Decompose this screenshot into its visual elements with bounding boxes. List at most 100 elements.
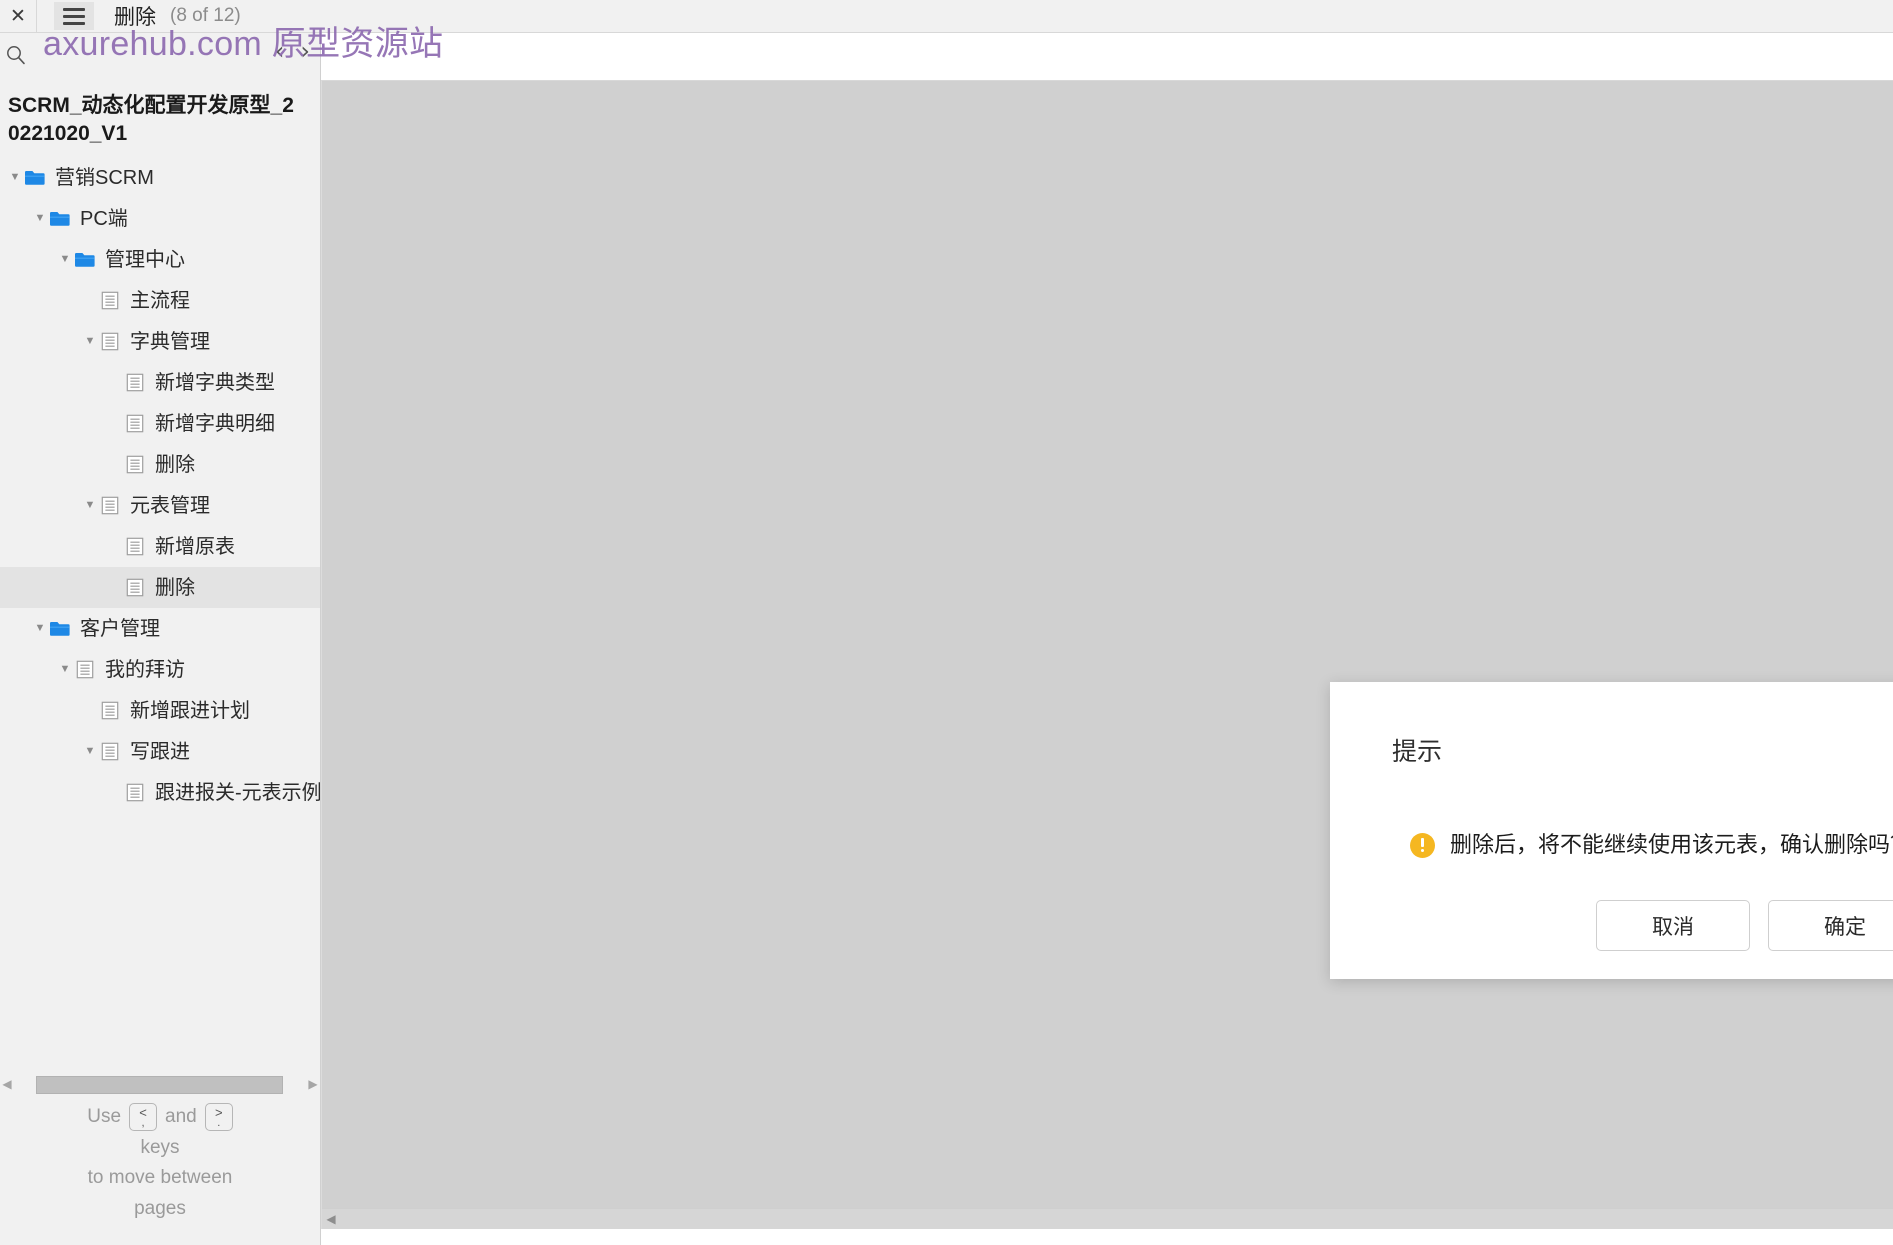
tree-item-label: 新增字典类型 [155, 371, 275, 394]
tree-item[interactable]: ▼ 管理中心 [0, 239, 320, 280]
tree-item[interactable]: ▼ 写跟进 [0, 731, 320, 772]
scroll-left-arrow-icon[interactable]: ◀ [0, 1077, 14, 1091]
confirm-dialog: 提示 删除后，将不能继续使用该元表，确认删除吗？ 取消 确定 [1330, 682, 1893, 979]
app-window: ✕ 删除 (8 of 12) axurehub.com 原型资源站 ‹ › SC… [0, 0, 1893, 1245]
page-icon [99, 292, 121, 310]
tree-item-label: 写跟进 [130, 740, 190, 763]
keyboard-hint-line-2: keys [140, 1136, 180, 1158]
tree-item[interactable]: ▼新增跟进计划 [0, 690, 320, 731]
key-prev-page: < , [129, 1103, 158, 1132]
page-navigation: ‹ › [275, 39, 310, 63]
tree-item[interactable]: ▼主流程 [0, 280, 320, 321]
folder-icon [49, 210, 71, 228]
search-icon[interactable] [5, 44, 27, 66]
page-icon [99, 333, 121, 351]
tree-item[interactable]: ▼ 营销SCRM [0, 157, 320, 198]
current-page-name: 删除 [114, 6, 156, 29]
page-icon [99, 497, 121, 515]
page-icon [99, 702, 121, 720]
page-icon [124, 456, 146, 474]
tree-item-label: 新增跟进计划 [130, 699, 250, 722]
close-icon[interactable]: ✕ [0, 0, 37, 32]
page-icon [74, 661, 96, 679]
hamburger-line [63, 21, 85, 25]
keyboard-hint-line-3: to move between [87, 1167, 233, 1189]
tree-item[interactable]: ▼ 客户管理 [0, 608, 320, 649]
keyboard-hint: Use < , and > . keys to move between pag… [0, 1102, 320, 1225]
content-area: ◀ [321, 32, 1893, 1245]
tree-item[interactable]: ▼ 元表管理 [0, 485, 320, 526]
tree-item[interactable]: ▼新增原表 [0, 526, 320, 567]
next-page-button[interactable]: › [300, 39, 310, 63]
scrollbar-track[interactable] [18, 1076, 302, 1094]
chevron-down-icon[interactable]: ▼ [56, 664, 74, 675]
chevron-down-icon[interactable]: ▼ [31, 213, 49, 224]
tree-item-label: 客户管理 [80, 617, 160, 640]
tree-item-label: 新增字典明细 [155, 412, 275, 435]
scroll-right-arrow-icon[interactable]: ▶ [306, 1077, 320, 1091]
key-next-subglyph: . [217, 1116, 221, 1129]
chevron-down-icon[interactable]: ▼ [31, 623, 49, 634]
dialog-message: 删除后，将不能继续使用该元表，确认删除吗？ [1450, 832, 1893, 857]
key-prev-subglyph: , [141, 1116, 145, 1129]
top-bar: ✕ 删除 (8 of 12) [0, 0, 1893, 33]
prototype-canvas[interactable]: ◀ [321, 80, 1893, 1229]
sidebar-panel: ‹ › SCRM_动态化配置开发原型_20221020_V1 ▼ 营销SCRM ▼ P… [0, 32, 321, 1245]
page-counter: (8 of 12) [170, 5, 241, 26]
tree-item-label: 营销SCRM [55, 166, 154, 189]
tree-item-label: 字典管理 [130, 330, 210, 353]
tree-item-label: 新增原表 [155, 535, 235, 558]
hamburger-line [63, 7, 85, 11]
folder-icon [49, 620, 71, 638]
dialog-body: 删除后，将不能继续使用该元表，确认删除吗？ [1410, 832, 1893, 858]
tree-item[interactable]: ▼ 字典管理 [0, 321, 320, 362]
page-tree: ▼营销SCRM▼PC端▼管理中心▼主流程▼字典管理▼新增字典类型▼新增字典明细▼… [0, 157, 320, 813]
tree-item[interactable]: ▼跟进报关-元表示例 [0, 772, 320, 813]
tree-item[interactable]: ▼ 我的拜访 [0, 649, 320, 690]
prev-page-button[interactable]: ‹ [275, 39, 285, 63]
dialog-title: 提示 [1392, 738, 1443, 766]
keyboard-hint-line-1: Use < , and > . [0, 1102, 320, 1133]
folder-icon [74, 251, 96, 269]
canvas-scroll-left-arrow-icon[interactable]: ◀ [322, 1212, 340, 1226]
warning-icon [1410, 832, 1435, 858]
dialog-footer: 取消 确定 [1596, 900, 1893, 951]
chevron-down-icon[interactable]: ▼ [56, 254, 74, 265]
page-icon [124, 784, 146, 802]
canvas-horizontal-scrollbar[interactable]: ◀ [322, 1208, 1893, 1229]
tree-item[interactable]: ▼ PC端 [0, 198, 320, 239]
scrollbar-thumb[interactable] [36, 1076, 283, 1094]
tree-item-label: 管理中心 [105, 248, 185, 271]
tree-item[interactable]: ▼新增字典明细 [0, 403, 320, 444]
project-title: SCRM_动态化配置开发原型_20221020_V1 [8, 94, 294, 145]
page-icon [124, 538, 146, 556]
hamburger-menu-icon[interactable] [54, 2, 94, 30]
cancel-button[interactable]: 取消 [1596, 900, 1750, 951]
chevron-down-icon[interactable]: ▼ [81, 336, 99, 347]
tree-item-label: 主流程 [130, 289, 190, 312]
folder-icon [24, 169, 46, 187]
keyboard-hint-line-4: pages [134, 1198, 186, 1220]
tree-item-label: 删除 [155, 576, 195, 599]
sidebar-toolbar: ‹ › [0, 32, 320, 78]
page-icon [124, 415, 146, 433]
chevron-down-icon[interactable]: ▼ [81, 746, 99, 757]
hint-use-word: Use [87, 1105, 122, 1127]
tree-item-label: 跟进报关-元表示例 [155, 781, 320, 804]
page-icon [124, 374, 146, 392]
chevron-down-icon[interactable]: ▼ [6, 172, 24, 183]
confirm-button[interactable]: 确定 [1768, 900, 1893, 951]
chevron-down-icon[interactable]: ▼ [81, 500, 99, 511]
page-icon [124, 579, 146, 597]
key-next-page: > . [204, 1103, 233, 1132]
tree-item-label: PC端 [80, 207, 128, 230]
tree-item[interactable]: ▼删除 [0, 567, 320, 609]
tree-item[interactable]: ▼删除 [0, 444, 320, 485]
tree-item-label: 我的拜访 [105, 658, 185, 681]
hint-and-word: and [165, 1105, 197, 1127]
hamburger-line [63, 14, 85, 18]
sidebar-horizontal-scrollbar[interactable]: ◀ ▶ [0, 1073, 320, 1095]
tree-item-label: 删除 [155, 453, 195, 476]
page-icon [99, 743, 121, 761]
tree-item[interactable]: ▼新增字典类型 [0, 362, 320, 403]
